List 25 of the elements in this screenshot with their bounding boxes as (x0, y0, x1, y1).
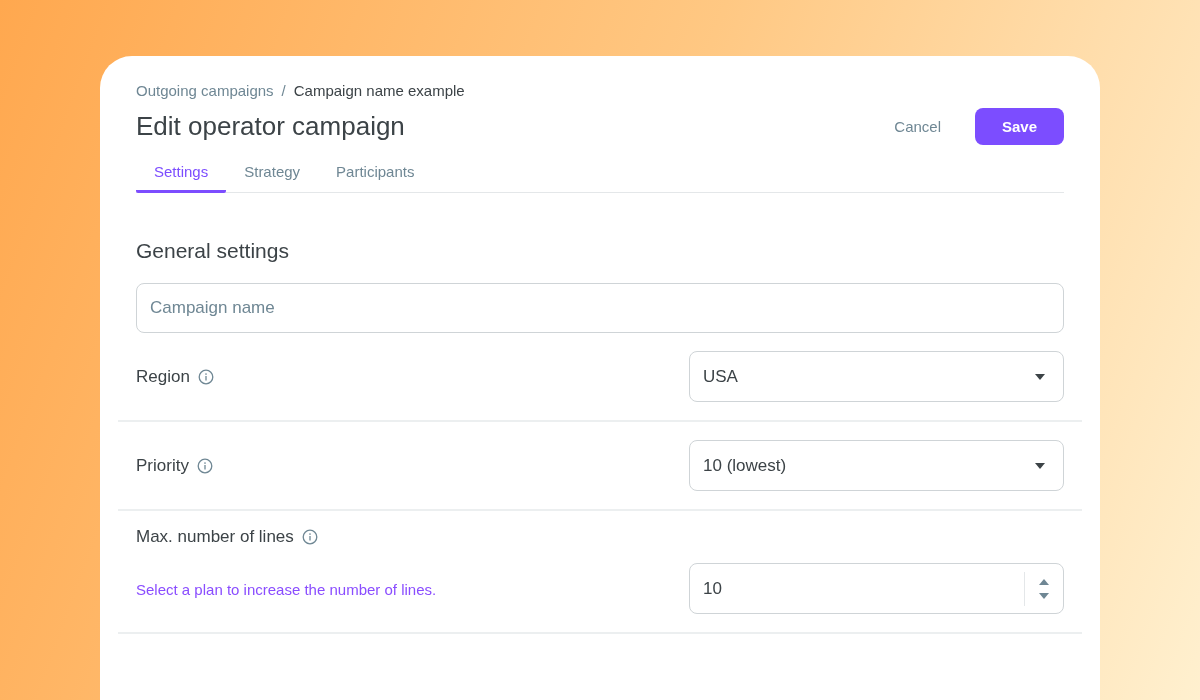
cancel-button[interactable]: Cancel (880, 110, 955, 143)
field-label: Priority (136, 455, 189, 476)
breadcrumb-separator: / (281, 81, 286, 99)
breadcrumb-link[interactable]: Outgoing campaigns (136, 81, 274, 99)
info-icon[interactable] (301, 529, 318, 545)
tab[interactable]: Settings (136, 157, 227, 193)
caret-icon (1035, 462, 1045, 469)
breadcrumb-current: Campaign name example (293, 81, 465, 99)
save-button[interactable]: Save (975, 108, 1064, 145)
caret-icon (1035, 373, 1045, 380)
page-title: Edit operator campaign (136, 111, 405, 142)
campaign-name-field[interactable]: Campaign name (136, 283, 1064, 333)
field-label: Region (136, 366, 190, 387)
info-icon[interactable] (197, 368, 214, 385)
tab[interactable]: Strategy (226, 157, 319, 193)
dropdown[interactable]: USA (689, 351, 1064, 402)
upgrade-plan-link[interactable]: Select a plan to increase the number of lines. (136, 581, 437, 598)
number-field[interactable]: 10 (689, 563, 1064, 614)
section-title: General settings (136, 239, 290, 263)
tab[interactable]: Participants (318, 157, 433, 193)
field-label: Max. number of lines (136, 527, 294, 547)
info-icon[interactable] (196, 457, 213, 474)
dropdown[interactable]: 10 (lowest) (689, 440, 1064, 491)
decrement-icon[interactable] (1039, 592, 1049, 599)
increment-icon[interactable] (1039, 578, 1049, 585)
